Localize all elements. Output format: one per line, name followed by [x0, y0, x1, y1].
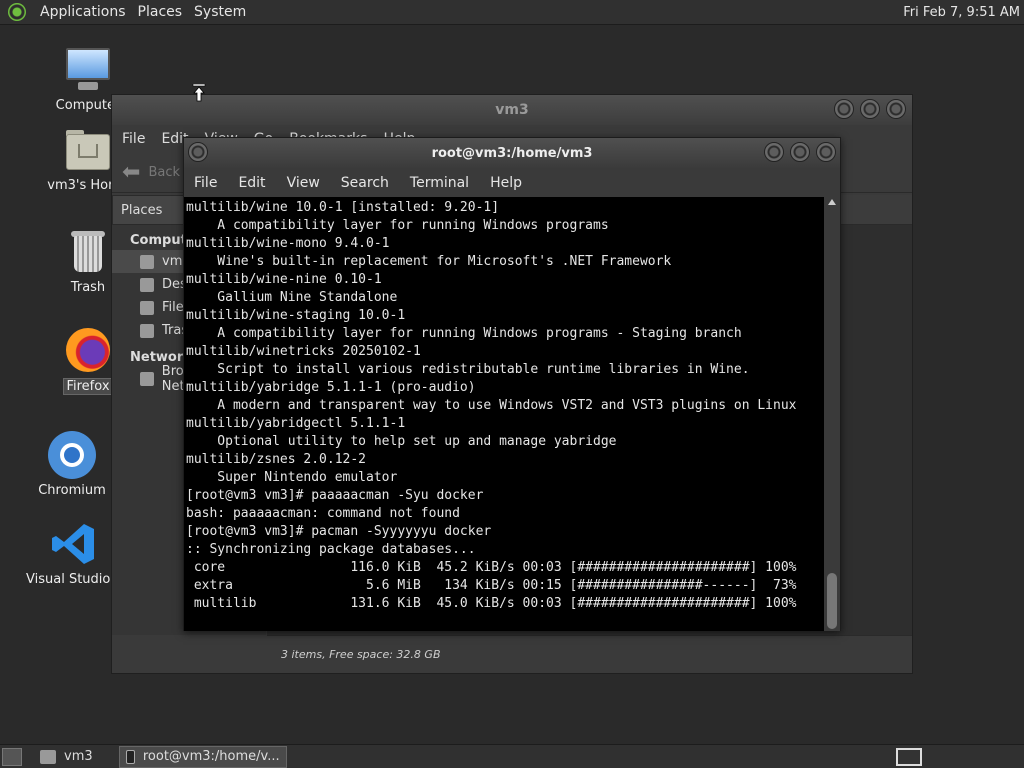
- terminal-line: multilib/yabridgectl 5.1.1-1: [186, 416, 406, 431]
- home-folder-icon: [64, 126, 112, 174]
- terminal-line: A modern and transparent way to use Wind…: [186, 398, 797, 413]
- terminal-line: [root@vm3 vm3]# pacman -Syyyyyyu docker: [186, 524, 492, 539]
- terminal-line: A compatibility layer for running Window…: [186, 326, 742, 341]
- home-icon: [140, 254, 154, 269]
- term-menu-terminal[interactable]: Terminal: [410, 175, 469, 191]
- terminal-line: core 116.0 KiB 45.2 KiB/s 00:03 [#######…: [186, 560, 797, 575]
- term-menu-edit[interactable]: Edit: [238, 175, 265, 191]
- chromium-icon: [48, 431, 96, 479]
- bottom-panel: vm3 root@vm3:/home/v...: [0, 744, 1024, 768]
- terminal-line: :: Synchronizing package databases...: [186, 542, 476, 557]
- distro-logo-icon[interactable]: [8, 3, 26, 21]
- terminal-icon: [125, 749, 135, 764]
- desktop-icon-label: Firefox: [63, 378, 113, 395]
- task-label: root@vm3:/home/v...: [142, 749, 280, 764]
- terminal-line: Script to install various redistributabl…: [186, 362, 750, 377]
- drive-icon: [140, 300, 154, 315]
- scroll-up-arrow-icon[interactable]: [828, 199, 836, 205]
- menu-places[interactable]: Places: [132, 4, 189, 20]
- terminal-line: [root@vm3 vm3]# paaaaacman -Syu docker: [186, 488, 484, 503]
- close-button[interactable]: [816, 142, 836, 162]
- menu-applications[interactable]: Applications: [34, 4, 132, 20]
- fm-title: vm3: [495, 102, 529, 118]
- back-button-label[interactable]: Back: [148, 165, 180, 180]
- terminal-output[interactable]: multilib/wine 10.0-1 [installed: 9.20-1]…: [184, 197, 826, 631]
- close-button[interactable]: [886, 99, 906, 119]
- terminal-scrollbar[interactable]: [824, 197, 840, 631]
- terminal-window: root@vm3:/home/vm3 File Edit View Search…: [183, 137, 841, 631]
- computer-icon: [64, 46, 112, 94]
- vscode-icon: [50, 520, 98, 568]
- terminal-title: root@vm3:/home/vm3: [431, 145, 593, 161]
- show-desktop-button[interactable]: [2, 747, 22, 766]
- terminal-line: extra 5.6 MiB 134 KiB/s 00:15 [#########…: [186, 578, 797, 593]
- terminal-line: A compatibility layer for running Window…: [186, 218, 609, 233]
- maximize-button[interactable]: [860, 99, 880, 119]
- term-menu-file[interactable]: File: [194, 175, 217, 191]
- fm-menu-file[interactable]: File: [122, 131, 145, 147]
- desktop-icon-label: Visual Studio Code: [26, 572, 124, 587]
- desktop-icon-label: Chromium: [38, 483, 106, 498]
- terminal-line: multilib/wine-mono 9.4.0-1: [186, 236, 390, 251]
- mouse-cursor-icon: [192, 84, 206, 102]
- workspace-switcher[interactable]: [896, 747, 922, 766]
- taskbar-item-terminal[interactable]: root@vm3:/home/v...: [118, 745, 287, 768]
- task-label: vm3: [64, 749, 93, 764]
- network-icon: [140, 371, 154, 386]
- terminal-line: multilib/zsnes 2.0.12-2: [186, 452, 367, 467]
- terminal-line: bash: paaaaacman: command not found: [186, 506, 460, 521]
- back-arrow-icon[interactable]: ⬅: [122, 160, 140, 185]
- menu-system[interactable]: System: [188, 4, 252, 20]
- terminal-line: multilib/wine-staging 10.0-1: [186, 308, 406, 323]
- minimize-button[interactable]: [834, 99, 854, 119]
- terminal-line: Gallium Nine Standalone: [186, 290, 398, 305]
- terminal-line: multilib 131.6 KiB 45.0 KiB/s 00:03 [###…: [186, 596, 797, 611]
- terminal-line: multilib/wine 10.0-1 [installed: 9.20-1]: [186, 200, 500, 215]
- firefox-icon: [64, 326, 112, 374]
- desktop-icon: [140, 277, 154, 292]
- terminal-line: multilib/winetricks 20250102-1: [186, 344, 421, 359]
- window-menu-button[interactable]: [188, 142, 208, 162]
- top-panel: Applications Places System Fri Feb 7, 9:…: [0, 0, 1024, 25]
- terminal-line: Super Nintendo emulator: [186, 470, 398, 485]
- term-menu-search[interactable]: Search: [341, 175, 389, 191]
- terminal-menubar: File Edit View Search Terminal Help: [184, 168, 840, 197]
- fm-titlebar[interactable]: vm3: [112, 95, 912, 125]
- taskbar-item-file-manager[interactable]: vm3: [34, 746, 99, 768]
- terminal-titlebar[interactable]: root@vm3:/home/vm3: [184, 138, 840, 168]
- folder-icon: [40, 749, 56, 764]
- trash-icon: [140, 323, 154, 338]
- terminal-line: Optional utility to help set up and mana…: [186, 434, 617, 449]
- terminal-line: multilib/wine-nine 0.10-1: [186, 272, 382, 287]
- terminal-line: multilib/yabridge 5.1.1-1 (pro-audio): [186, 380, 476, 395]
- term-menu-view[interactable]: View: [287, 175, 320, 191]
- clock[interactable]: Fri Feb 7, 9:51 AM: [903, 5, 1020, 20]
- term-menu-help[interactable]: Help: [490, 175, 522, 191]
- scrollbar-thumb[interactable]: [827, 573, 837, 629]
- maximize-button[interactable]: [790, 142, 810, 162]
- minimize-button[interactable]: [764, 142, 784, 162]
- trash-icon: [64, 228, 112, 276]
- terminal-line: Wine's built-in replacement for Microsof…: [186, 254, 672, 269]
- fm-statusbar: 3 items, Free space: 32.8 GB: [267, 635, 912, 673]
- desktop-icon-label: Trash: [70, 280, 106, 295]
